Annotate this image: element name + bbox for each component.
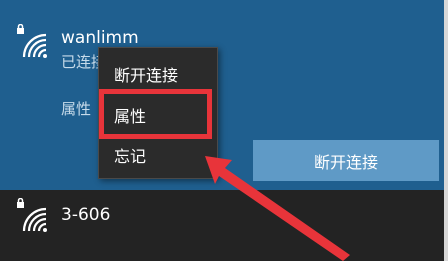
- network-name: 3-606: [61, 205, 111, 225]
- disconnect-button[interactable]: 断开连接: [253, 140, 439, 181]
- annotation-highlight-box: [99, 89, 212, 139]
- scrollbar-edge: [444, 0, 448, 261]
- network-item-3-606[interactable]: 3-606: [0, 190, 444, 261]
- network-item-wanlimm[interactable]: wanlimm 已连接，安全 属性 断开连接: [0, 0, 444, 190]
- menu-item-disconnect[interactable]: 断开连接: [99, 56, 217, 92]
- network-name: wanlimm: [61, 28, 139, 48]
- wifi-flyout: wanlimm 已连接，安全 属性 断开连接 3-606 断开连接 属性 忘记: [0, 0, 448, 261]
- menu-item-forget[interactable]: 忘记: [99, 137, 217, 173]
- wifi-secured-icon: [17, 24, 47, 58]
- wifi-secured-icon: [17, 198, 47, 232]
- properties-link[interactable]: 属性: [61, 98, 91, 119]
